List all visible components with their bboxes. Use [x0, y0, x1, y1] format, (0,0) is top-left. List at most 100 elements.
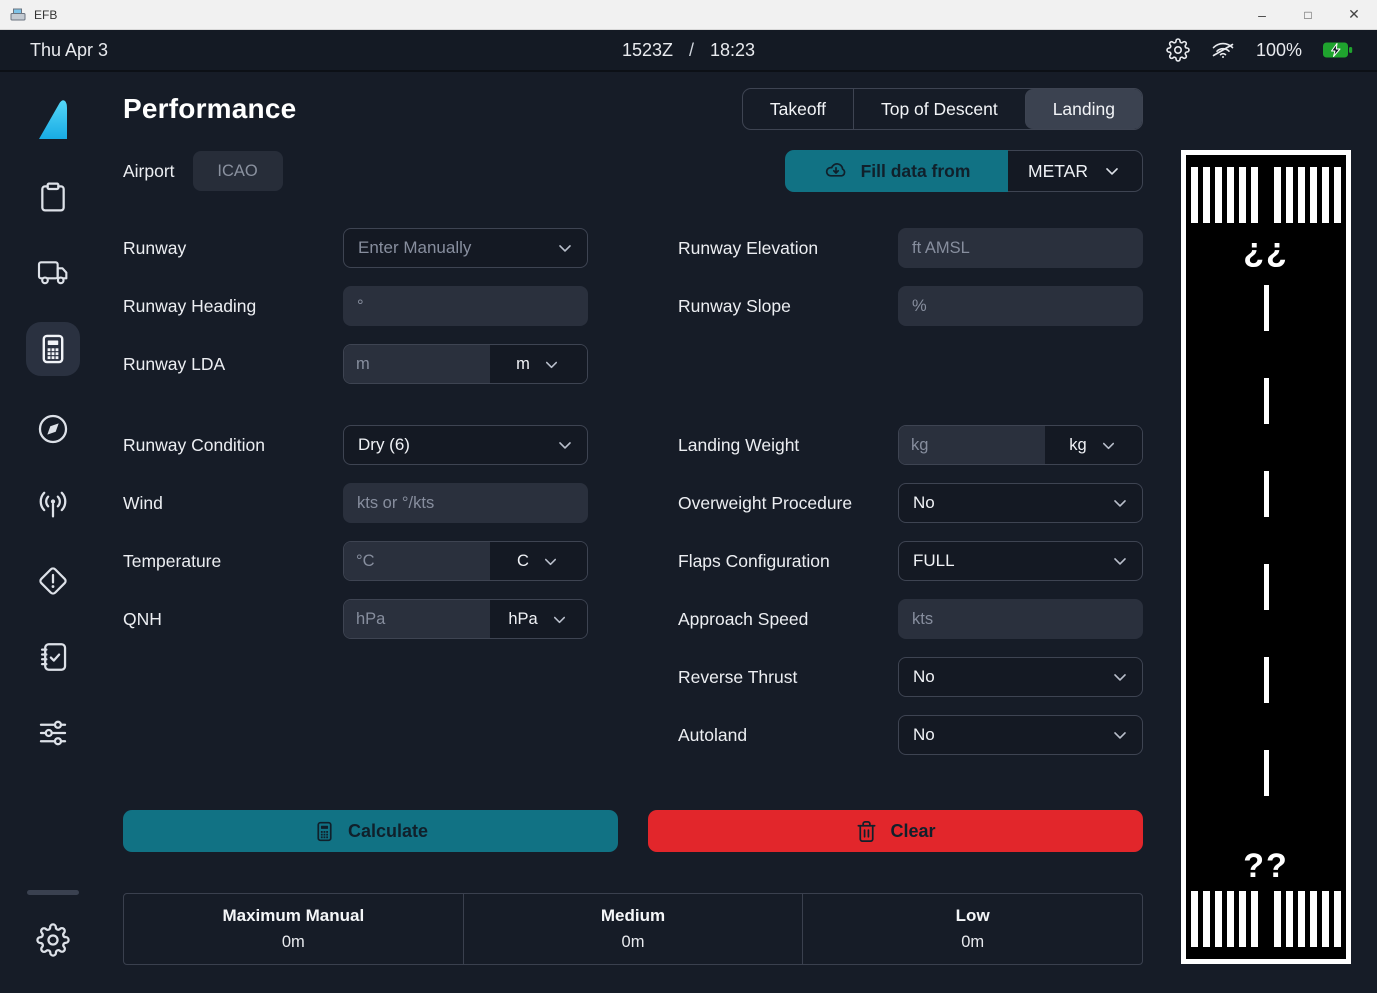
landing-weight-input[interactable] — [899, 426, 1045, 464]
runway-stripe — [1286, 167, 1293, 223]
page-title: Performance — [123, 93, 296, 125]
approach-speed-row: Approach Speed — [678, 599, 1143, 639]
clear-button[interactable]: Clear — [648, 810, 1143, 852]
airport-icao-field[interactable]: ICAO — [193, 151, 283, 191]
runway-lda-input[interactable] — [344, 345, 490, 383]
qnh-input[interactable] — [344, 600, 490, 638]
runway-elevation-input[interactable] — [898, 228, 1143, 268]
runway-label: Runway — [123, 238, 343, 259]
flaps-configuration-select[interactable]: FULL — [898, 541, 1143, 581]
temperature-unit-value: C — [517, 552, 529, 571]
runway-stripe — [1310, 891, 1317, 947]
form-right-column: Runway Elevation Runway Slope Landing We… — [678, 228, 1143, 755]
approach-speed-input[interactable] — [898, 599, 1143, 639]
sidebar-item-settings[interactable] — [30, 917, 76, 963]
form-spacer — [123, 402, 588, 407]
window-titlebar: EFB – □ ✕ — [0, 0, 1377, 30]
runway-heading-input[interactable] — [343, 286, 588, 326]
threshold-stripe-group — [1274, 167, 1341, 223]
temperature-row: Temperature C — [123, 541, 588, 581]
fill-data-from-button[interactable]: Fill data from — [785, 150, 1008, 192]
sidebar-item-checklist[interactable] — [30, 634, 76, 680]
runway-condition-row: Runway Condition Dry (6) — [123, 425, 588, 465]
performance-tabs: Takeoff Top of Descent Landing — [742, 88, 1143, 130]
runway-stripe — [1203, 167, 1210, 223]
runway-stripe — [1215, 891, 1222, 947]
sidebar-item-warning[interactable] — [30, 558, 76, 604]
form-left-column: Runway Enter Manually Runway Heading Run… — [123, 228, 588, 755]
chevron-down-icon — [541, 552, 560, 571]
maximize-button[interactable]: □ — [1285, 0, 1331, 29]
flaps-configuration-value: FULL — [913, 551, 1110, 571]
battery-percentage: 100% — [1256, 40, 1302, 61]
chevron-down-icon — [1110, 667, 1130, 687]
qnh-unit-select[interactable]: hPa — [490, 600, 587, 638]
runway-threshold-stripes-top — [1191, 167, 1341, 223]
runway-slope-input[interactable] — [898, 286, 1143, 326]
temperature-input[interactable] — [344, 542, 490, 580]
runway-stripe — [1191, 167, 1198, 223]
runway-condition-select[interactable]: Dry (6) — [343, 425, 588, 465]
time-separator: / — [689, 40, 694, 61]
flaps-configuration-label: Flaps Configuration — [678, 551, 898, 572]
runway-stripe — [1298, 167, 1305, 223]
runway-stripe — [1215, 167, 1222, 223]
threshold-stripe-group — [1191, 891, 1258, 947]
runway-stripe — [1274, 891, 1281, 947]
runway-stripe — [1274, 167, 1281, 223]
autoland-select[interactable]: No — [898, 715, 1143, 755]
sidebar-item-compass[interactable] — [30, 406, 76, 452]
chevron-down-icon — [1102, 161, 1122, 181]
result-medium: Medium 0m — [463, 894, 803, 964]
runway-stripe — [1203, 891, 1210, 947]
calculate-button[interactable]: Calculate — [123, 810, 618, 852]
settings-gear-icon[interactable] — [1166, 38, 1190, 62]
tab-takeoff[interactable]: Takeoff — [743, 89, 853, 129]
runway-condition-value: Dry (6) — [358, 435, 555, 455]
tab-top-of-descent[interactable]: Top of Descent — [853, 89, 1025, 129]
overweight-procedure-select[interactable]: No — [898, 483, 1143, 523]
runway-select[interactable]: Enter Manually — [343, 228, 588, 268]
runway-elevation-row: Runway Elevation — [678, 228, 1143, 268]
form-spacer — [678, 402, 1143, 407]
qnh-label: QNH — [123, 609, 343, 630]
landing-weight-row: Landing Weight kg — [678, 425, 1143, 465]
sidebar-item-truck[interactable] — [30, 250, 76, 296]
runway-lda-label: Runway LDA — [123, 354, 343, 375]
chevron-down-icon — [1110, 725, 1130, 745]
wifi-off-icon[interactable] — [1210, 38, 1236, 62]
autoland-value: No — [913, 725, 1110, 745]
threshold-stripe-group — [1274, 891, 1341, 947]
minimize-button[interactable]: – — [1239, 0, 1285, 29]
runway-slope-label: Runway Slope — [678, 296, 898, 317]
runway-designator-far: ¿¿ — [1243, 233, 1289, 267]
calculate-label: Calculate — [348, 821, 428, 842]
runway-select-value: Enter Manually — [358, 238, 555, 258]
runway-centerline — [1264, 285, 1269, 833]
tab-landing[interactable]: Landing — [1025, 89, 1142, 129]
runway-stripe — [1322, 167, 1329, 223]
local-time: 18:23 — [710, 40, 755, 61]
runway-designator-near: ?? — [1243, 849, 1289, 883]
qnh-row: QNH hPa — [123, 599, 588, 639]
close-button[interactable]: ✕ — [1331, 0, 1377, 29]
wind-input[interactable] — [343, 483, 588, 523]
result-label: Maximum Manual — [222, 906, 364, 926]
reverse-thrust-select[interactable]: No — [898, 657, 1143, 697]
overweight-procedure-row: Overweight Procedure No — [678, 483, 1143, 523]
airline-logo-icon — [36, 92, 70, 144]
temperature-field: C — [343, 541, 588, 581]
clear-label: Clear — [890, 821, 935, 842]
sidebar-item-clipboard[interactable] — [30, 174, 76, 220]
runway-lda-unit-select[interactable]: m — [490, 345, 587, 383]
flaps-configuration-row: Flaps Configuration FULL — [678, 541, 1143, 581]
sidebar-item-sliders[interactable] — [30, 710, 76, 756]
sidebar-item-broadcast[interactable] — [30, 482, 76, 528]
landing-weight-unit-select[interactable]: kg — [1045, 426, 1142, 464]
runway-heading-row: Runway Heading — [123, 286, 588, 326]
data-source-select[interactable]: METAR — [1008, 150, 1143, 192]
runway-threshold-stripes-bottom — [1191, 891, 1341, 947]
sidebar-item-calculator[interactable] — [26, 322, 80, 376]
temperature-unit-select[interactable]: C — [490, 542, 587, 580]
result-label: Medium — [601, 906, 665, 926]
